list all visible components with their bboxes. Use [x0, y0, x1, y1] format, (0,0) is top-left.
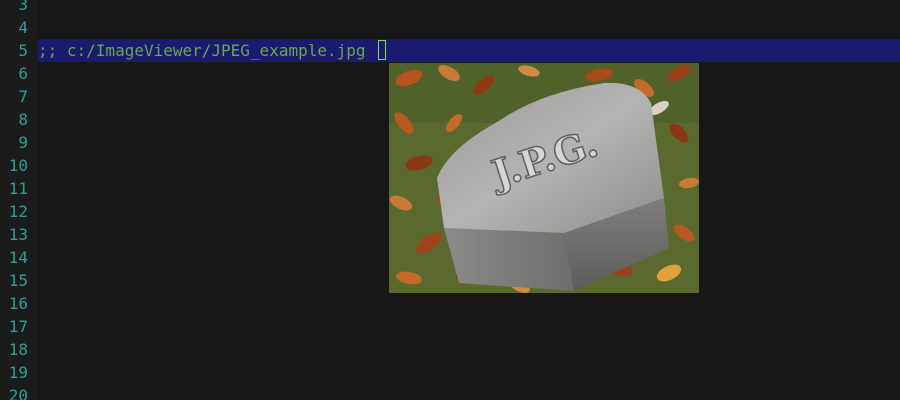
- line-number: 4: [18, 18, 28, 37]
- gravestone-photo: J.P.G.: [389, 63, 699, 293]
- line-number: 9: [18, 133, 28, 152]
- line-number: 11: [8, 179, 28, 198]
- line-number: 18: [8, 340, 28, 359]
- line-number: 5: [18, 41, 28, 60]
- line-number: 7: [18, 87, 28, 106]
- line-number: 10: [8, 156, 28, 175]
- line-number: 8: [18, 110, 28, 129]
- line-number: 13: [8, 225, 28, 244]
- inline-image-preview[interactable]: J.P.G.: [389, 63, 699, 293]
- line-number-gutter: 3 4 5 6 7 8 9 10 11 12 13 14 15 16 17 18…: [0, 0, 38, 400]
- line-number: 14: [8, 248, 28, 267]
- line-number: 6: [18, 64, 28, 83]
- line-number: 19: [8, 363, 28, 382]
- line-number: 12: [8, 202, 28, 221]
- line-number: 15: [8, 271, 28, 290]
- code-editor[interactable]: 3 4 5 6 7 8 9 10 11 12 13 14 15 16 17 18…: [0, 0, 900, 400]
- line-number: 3: [18, 0, 28, 14]
- code-line-comment[interactable]: ;; c:/ImageViewer/JPEG_example.jpg: [38, 39, 366, 62]
- line-number: 16: [8, 294, 28, 313]
- line-number: 20: [8, 386, 28, 400]
- text-cursor: [378, 40, 386, 60]
- line-number: 17: [8, 317, 28, 336]
